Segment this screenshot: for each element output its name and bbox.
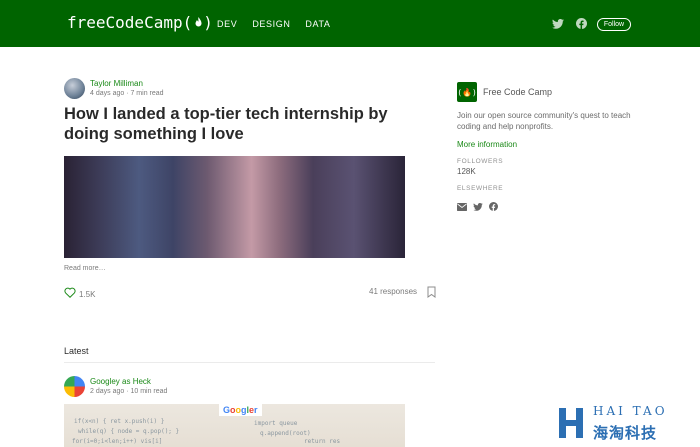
twitter-icon[interactable] (552, 16, 564, 34)
bookmark-icon[interactable] (427, 285, 436, 303)
publication-name[interactable]: Free Code Camp (483, 87, 552, 97)
flame-icon (194, 14, 203, 32)
clap-button[interactable]: 1.5K (64, 285, 95, 303)
watermark-text-en: HAI TAO (593, 404, 668, 418)
latest-hero-image[interactable]: Googler if(x<n) { ret x.push(i) } while(… (64, 404, 405, 447)
brand-logo[interactable]: freeCodeCamp( ) (67, 13, 213, 32)
article-title[interactable]: How I landed a top-tier tech internship … (64, 104, 424, 144)
clap-count: 1.5K (79, 289, 96, 299)
elsewhere-links (457, 198, 498, 216)
elsewhere-label: ELSEWHERE (457, 185, 504, 192)
followers-count: 128K (457, 167, 476, 176)
brand-text: freeCodeCamp( (67, 13, 193, 32)
googler-sign: Googler (219, 404, 262, 416)
read-more-link[interactable]: Read more… (64, 265, 106, 272)
latest-author[interactable]: Googley as Heck 2 days ago · 10 min read (64, 376, 167, 397)
twitter-icon[interactable] (473, 198, 483, 216)
author-name[interactable]: Googley as Heck (90, 377, 167, 386)
publication-description: Join our open source community's quest t… (457, 111, 631, 131)
post-meta: 2 days ago · 10 min read (90, 388, 168, 395)
post-meta: 4 days ago · 7 min read (90, 90, 164, 97)
brand-paren: ) (203, 13, 213, 32)
watermark: HAI TAO 海淘科技 (551, 400, 700, 447)
avatar[interactable] (64, 376, 85, 397)
facebook-icon[interactable] (576, 16, 587, 34)
nav-data[interactable]: DATA (305, 19, 330, 29)
heart-icon[interactable] (64, 285, 76, 303)
mail-icon[interactable] (457, 198, 467, 216)
category-nav: DEV DESIGN DATA (217, 19, 331, 29)
latest-heading: Latest (64, 346, 89, 356)
article-hero-image[interactable] (64, 156, 405, 258)
top-navbar: freeCodeCamp( ) DEV DESIGN DATA Follow (0, 0, 700, 47)
author-meta: Googley as Heck 2 days ago · 10 min read (90, 377, 167, 397)
responses-link[interactable]: 41 responses (369, 287, 417, 296)
publication-logo[interactable]: (🔥) (457, 82, 477, 102)
featured-author[interactable]: Taylor Milliman 4 days ago · 7 min read (64, 78, 164, 99)
follow-button[interactable]: Follow (597, 18, 631, 31)
nav-dev[interactable]: DEV (217, 19, 237, 29)
nav-design[interactable]: DESIGN (252, 19, 290, 29)
divider (64, 362, 435, 363)
author-name[interactable]: Taylor Milliman (90, 79, 164, 88)
avatar[interactable] (64, 78, 85, 99)
watermark-text-cn: 海淘科技 (593, 425, 658, 442)
more-information-link[interactable]: More information (457, 140, 517, 149)
followers-label: FOLLOWERS (457, 158, 504, 165)
author-meta: Taylor Milliman 4 days ago · 7 min read (90, 79, 164, 99)
watermark-logo (559, 408, 583, 438)
facebook-icon[interactable] (489, 198, 498, 216)
